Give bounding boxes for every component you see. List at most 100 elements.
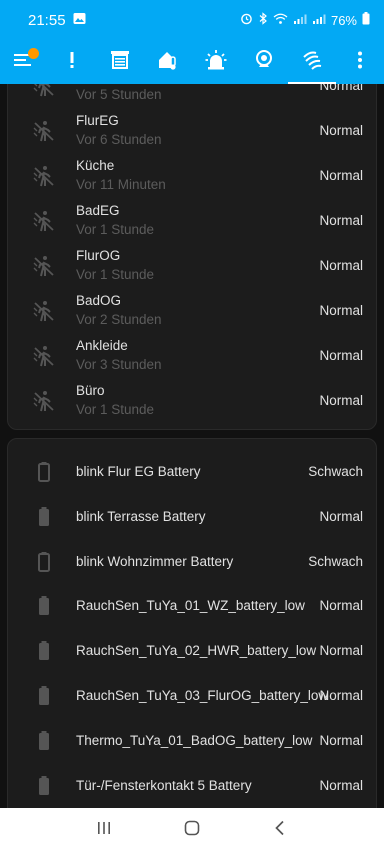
sensor-name: Büro [76, 383, 105, 398]
home-button[interactable] [172, 811, 212, 851]
battery-row[interactable]: blink Terrasse Battery Normal [8, 495, 378, 540]
more-options-button[interactable] [336, 40, 384, 84]
motion-sensor-row[interactable]: Ankleide Vor 3 Stunden Normal [8, 334, 378, 379]
tab-cameras[interactable] [240, 40, 288, 84]
gallery-icon [73, 12, 86, 28]
battery-state: Normal [319, 643, 363, 659]
battery-row[interactable]: Thermo_TuYa_01_BadOG_battery_low Normal [8, 719, 378, 764]
battery-percent: 76% [330, 12, 357, 28]
battery-state: Normal [319, 732, 363, 748]
battery-entity-name: blink Wohnzimmer Battery [76, 553, 234, 569]
notification-badge [28, 48, 39, 59]
more-vert-icon [348, 48, 372, 77]
battery-entity-name: RauchSen_TuYa_03_FlurOG_battery_low [76, 688, 329, 703]
sensor-last-changed: Vor 11 Minuten [76, 177, 166, 192]
battery-row[interactable]: RauchSen_TuYa_02_HWR_battery_low Normal [8, 629, 378, 674]
motion-sensor-off-icon [32, 119, 56, 143]
alarm-icon [240, 12, 253, 28]
sensor-name: Küche [76, 158, 115, 173]
recent-apps-button[interactable] [84, 811, 124, 851]
camera-icon [252, 48, 276, 77]
tab-alarm[interactable] [192, 40, 240, 84]
house-thermometer-icon [156, 48, 180, 77]
sensor-state: Normal [319, 213, 363, 228]
sensor-last-changed: Vor 5 Stunden [76, 87, 162, 102]
motion-sensor-off-icon [32, 344, 56, 368]
back-button[interactable] [260, 811, 300, 851]
signal-icon-2 [312, 13, 326, 28]
gate-icon [108, 48, 132, 77]
sensor-state: Normal [319, 393, 363, 408]
status-bar: 21:55 76% [0, 0, 384, 40]
sensor-name: Ankleide [76, 338, 128, 353]
battery-row[interactable]: RauchSen_TuYa_03_FlurOG_battery_low Norma… [8, 674, 378, 719]
menu-button[interactable] [0, 40, 48, 84]
page: Vor 5 Stunden Normal FlurEG Vor 6 Stunden No… [0, 0, 384, 853]
battery-full-icon [32, 774, 56, 798]
sensor-state: Normal [319, 168, 363, 183]
status-time: 21:55 [28, 11, 66, 29]
battery-state: Normal [319, 508, 363, 524]
bluetooth-icon [258, 12, 268, 28]
exclamation-icon [60, 48, 84, 77]
motion-sensor-row[interactable]: BadEG Vor 1 Stunde Normal [8, 199, 378, 244]
app-header: 21:55 76% [0, 0, 384, 84]
battery-row[interactable]: blink Flur EG Battery Schwach [8, 450, 378, 495]
motion-sensor-row[interactable]: BadOG Vor 2 Stunden Normal [8, 289, 378, 334]
motion-sensor-off-icon [32, 254, 56, 278]
siren-icon [204, 48, 228, 77]
sensor-state: Normal [319, 303, 363, 318]
battery-outline-icon [32, 550, 56, 574]
sensor-name: FlurOG [76, 248, 121, 263]
motion-sensor-row[interactable]: FlurOG Vor 1 Stunde Normal [8, 244, 378, 289]
battery-full-icon [32, 729, 56, 753]
sensor-last-changed: Vor 1 Stunde [76, 222, 155, 237]
battery-state: Normal [319, 598, 363, 614]
tab-climate[interactable] [144, 40, 192, 84]
sensor-name: BadEG [76, 203, 120, 218]
battery-full-icon [32, 684, 56, 708]
battery-full-icon [32, 505, 56, 529]
sensor-name: BadOG [76, 293, 122, 308]
sensor-last-changed: Vor 1 Stunde [76, 402, 155, 417]
battery-state: Schwach [308, 464, 363, 479]
motion-sensor-off-icon [32, 164, 56, 188]
battery-row[interactable]: RauchSen_TuYa_01_WZ_battery_low Normal [8, 584, 378, 629]
motion-sensor-row[interactable]: Küche Vor 11 Minuten Normal [8, 154, 378, 199]
motion-sensor-off-icon [32, 389, 56, 413]
recent-apps-icon [95, 819, 113, 842]
wifi-icon [273, 13, 288, 28]
sensor-state: Normal [319, 123, 363, 138]
motion-sensor-off-icon [32, 209, 56, 233]
battery-full-icon [32, 639, 56, 663]
battery-full-icon [32, 594, 56, 618]
battery-row[interactable]: Tür-/Fensterkontakt 5 Battery Normal [8, 764, 378, 809]
sensor-last-changed: Vor 1 Stunde [76, 267, 155, 282]
sensor-last-changed: Vor 6 Stunden [76, 132, 162, 147]
battery-entity-name: RauchSen_TuYa_02_HWR_battery_low [76, 643, 317, 659]
battery-row[interactable]: blink Wohnzimmer Battery Schwach [8, 540, 378, 585]
tab-alerts[interactable] [48, 40, 96, 84]
tab-motion[interactable] [288, 40, 336, 84]
status-icons: 76% [240, 12, 370, 28]
motion-sensor-row[interactable]: FlurEG Vor 6 Stunden Normal [8, 109, 378, 154]
battery-entity-name: RauchSen_TuYa_01_WZ_battery_low [76, 598, 305, 614]
motion-sensor-row[interactable]: Büro Vor 1 Stunde Normal [8, 379, 378, 424]
motion-waves-icon [300, 48, 324, 77]
sensor-state: Normal [319, 258, 363, 273]
sensor-last-changed: Vor 3 Stunden [76, 357, 162, 372]
battery-entity-name: blink Flur EG Battery [76, 464, 201, 479]
sensor-name: FlurEG [76, 113, 119, 128]
motion-sensor-card: Vor 5 Stunden Normal FlurEG Vor 6 Stunden No… [7, 60, 377, 430]
battery-state: Schwach [308, 553, 363, 569]
signal-icon [293, 13, 307, 28]
tab-gate[interactable] [96, 40, 144, 84]
sensor-last-changed: Vor 2 Stunden [76, 312, 162, 327]
system-nav-bar [0, 808, 384, 853]
battery-card: blink Flur EG Battery Schwach blink Terras… [7, 438, 377, 818]
battery-entity-name: Thermo_TuYa_01_BadOG_battery_low [76, 732, 313, 748]
battery-status-icon [362, 12, 370, 28]
battery-state: Normal [319, 688, 363, 703]
battery-entity-name: Tür-/Fensterkontakt 5 Battery [76, 777, 252, 793]
battery-state: Normal [319, 777, 363, 793]
